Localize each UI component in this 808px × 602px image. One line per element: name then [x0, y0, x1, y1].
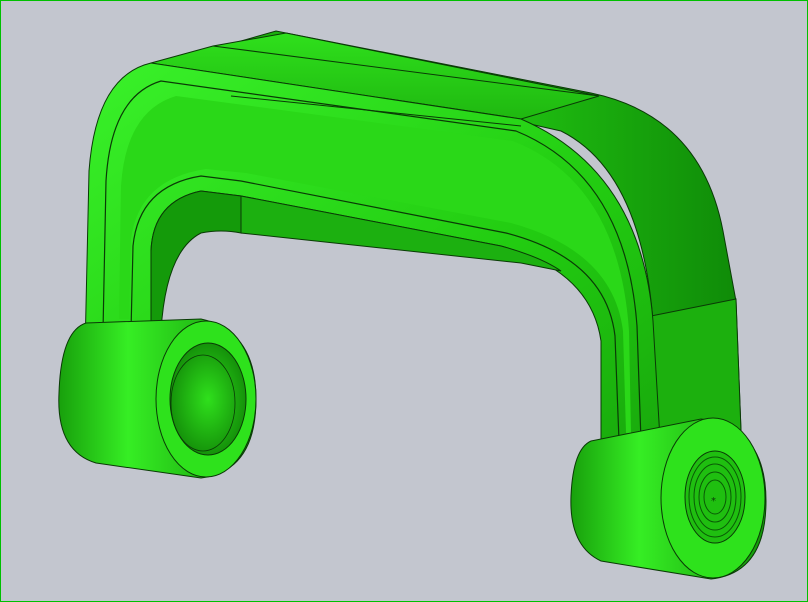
origin-marker-icon: *: [711, 496, 716, 507]
3d-model-view[interactable]: *: [1, 1, 807, 601]
graphics-viewport[interactable]: *: [0, 0, 808, 602]
right-cylinder-boss: *: [570, 417, 767, 580]
left-cylinder-boss: [58, 318, 257, 479]
